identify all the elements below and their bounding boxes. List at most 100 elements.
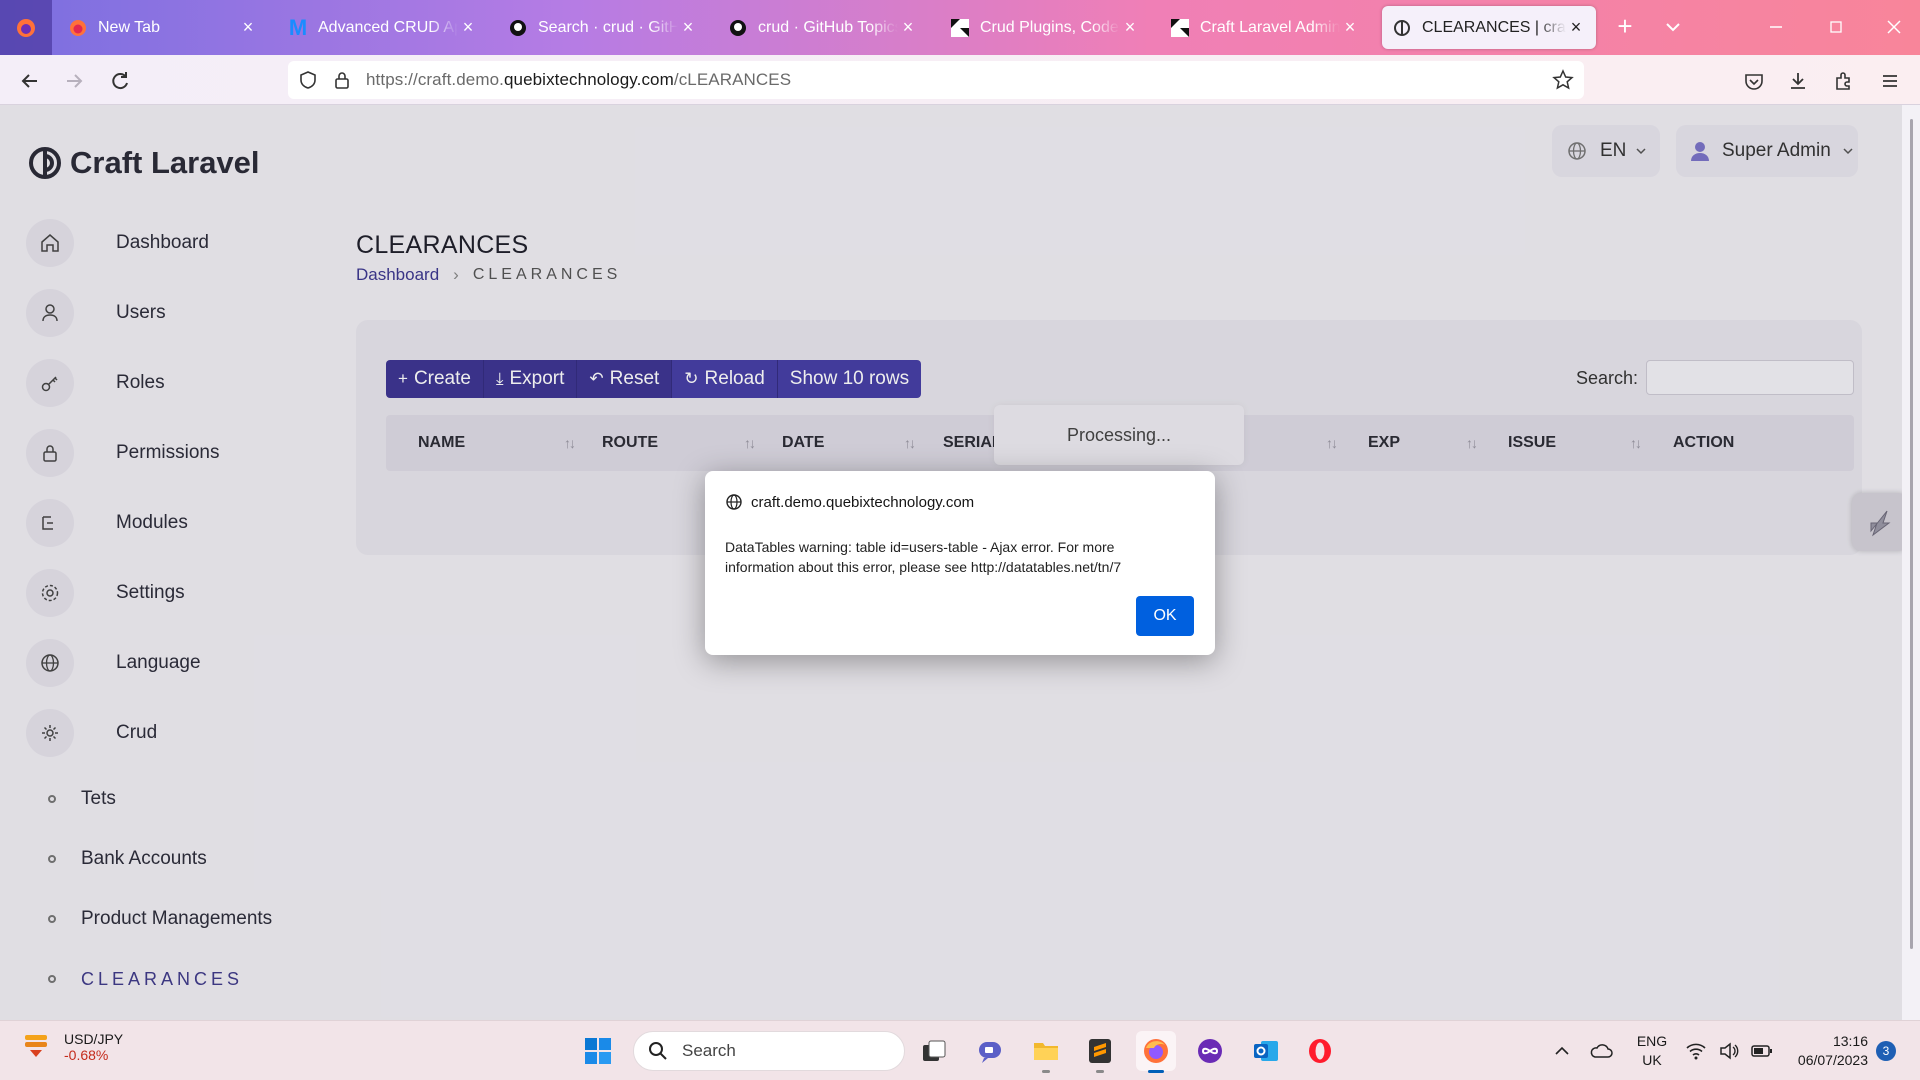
back-button[interactable]	[14, 65, 46, 97]
sublime-icon	[1089, 1039, 1111, 1063]
forward-button[interactable]	[58, 65, 90, 97]
globe-icon	[726, 494, 742, 510]
url-bar[interactable]: https://craft.demo.quebixtechnology.com/…	[288, 61, 1584, 99]
lang-region: UK	[1642, 1052, 1662, 1068]
restore-button[interactable]	[1816, 12, 1856, 42]
close-icon[interactable]: ×	[458, 17, 478, 38]
url-path: /cLEARANCES	[673, 70, 792, 89]
extensions-button[interactable]	[1828, 65, 1860, 97]
chevron-up-icon	[1555, 1046, 1569, 1055]
tab-label: crud · GitHub Topics · GitHub	[758, 18, 898, 36]
taskbar-search-label: Search	[682, 1041, 736, 1060]
tab-label: CLEARANCES | craftlaravel	[1422, 18, 1566, 36]
taskbar-search[interactable]: Search	[633, 1031, 905, 1071]
list-tabs-button[interactable]	[1658, 12, 1688, 42]
tab-new-tab[interactable]: New Tab ×	[58, 6, 268, 49]
wifi-icon	[1686, 1043, 1706, 1060]
reload-button[interactable]	[104, 65, 136, 97]
start-button[interactable]	[578, 1031, 618, 1071]
close-icon[interactable]: ×	[238, 17, 258, 38]
close-icon[interactable]: ×	[678, 17, 698, 38]
lang-code: ENG	[1636, 1033, 1668, 1049]
minimize-button[interactable]	[1756, 12, 1796, 42]
cloud-icon	[1590, 1044, 1613, 1058]
codecanyon-icon	[950, 18, 970, 38]
volume-icon	[1720, 1042, 1739, 1060]
opera-button[interactable]	[1300, 1031, 1340, 1071]
tab-label: New Tab	[98, 18, 160, 36]
ok-button[interactable]: OK	[1136, 596, 1194, 636]
github-icon	[728, 18, 748, 38]
onedrive-button[interactable]	[1588, 1039, 1614, 1063]
file-explorer-button[interactable]	[1026, 1031, 1066, 1073]
tab-github-search[interactable]: Search · crud · GitHub ×	[498, 6, 708, 49]
download-icon	[1791, 73, 1805, 89]
new-tab-button[interactable]: +	[1610, 12, 1640, 42]
dialog-host: craft.demo.quebixtechnology.com	[751, 493, 975, 511]
show-hidden-icons-button[interactable]	[1550, 1039, 1574, 1063]
star-icon[interactable]	[1552, 69, 1574, 91]
url-prefix: https://craft.demo.	[366, 70, 504, 89]
close-icon[interactable]: ×	[1566, 17, 1586, 38]
scrollbar-thumb[interactable]	[1910, 119, 1913, 949]
app-button-infinity[interactable]	[1190, 1031, 1230, 1071]
restore-icon	[1830, 21, 1842, 33]
arrow-right-icon	[67, 74, 83, 88]
tab-label: Search · crud · GitHub	[538, 18, 678, 36]
outlook-icon	[1254, 1041, 1278, 1061]
browser-tab-strip: New Tab × M Advanced CRUD Application × …	[0, 0, 1920, 55]
tab-craft-laravel-admin[interactable]: Craft Laravel Admin Panel ×	[1160, 6, 1370, 49]
puzzle-icon	[1836, 72, 1850, 90]
widgets-button[interactable]: USD/JPY -0.68%	[22, 1031, 123, 1063]
lock-icon[interactable]	[332, 70, 352, 90]
chevron-down-icon	[1666, 23, 1680, 32]
search-icon	[649, 1042, 667, 1060]
clock-date: 06/07/2023	[1797, 1052, 1868, 1068]
windows-icon	[585, 1038, 611, 1064]
firefox-view-button[interactable]	[0, 0, 52, 55]
firefox-taskbar-button[interactable]	[1136, 1031, 1176, 1073]
battery-icon	[1751, 1045, 1772, 1057]
alert-dialog: craft.demo.quebixtechnology.com DataTabl…	[705, 471, 1215, 655]
running-indicator	[1042, 1070, 1050, 1073]
chat-icon	[979, 1042, 1001, 1063]
url-text: https://craft.demo.quebixtechnology.com/…	[366, 70, 791, 90]
firefox-icon	[1144, 1039, 1168, 1063]
folder-icon	[1034, 1043, 1058, 1060]
close-icon[interactable]: ×	[1120, 17, 1140, 38]
page-scrollbar[interactable]	[1902, 105, 1920, 1020]
browser-nav-bar: https://craft.demo.quebixtechnology.com/…	[0, 55, 1920, 105]
downloads-button[interactable]	[1782, 65, 1814, 97]
sublime-text-button[interactable]	[1080, 1031, 1120, 1073]
tab-crud-plugins[interactable]: Crud Plugins, Code & Scripts ×	[940, 6, 1150, 49]
window-close-button[interactable]	[1874, 12, 1914, 42]
firefox-icon	[17, 18, 35, 37]
close-icon[interactable]: ×	[1340, 17, 1360, 38]
plus-icon: +	[1617, 11, 1633, 41]
close-icon	[1887, 20, 1901, 34]
pocket-button[interactable]	[1738, 65, 1770, 97]
firefox-icon	[68, 18, 88, 38]
opera-icon	[1309, 1039, 1331, 1063]
infinity-app-icon	[1198, 1039, 1222, 1063]
github-icon	[508, 18, 528, 38]
quick-settings-button[interactable]	[1684, 1037, 1780, 1065]
reload-icon	[112, 72, 128, 90]
codecanyon-icon	[1170, 18, 1190, 38]
hamburger-icon	[1883, 75, 1897, 87]
tab-advanced-crud[interactable]: M Advanced CRUD Application ×	[278, 6, 488, 49]
teams-chat-button[interactable]	[970, 1031, 1010, 1071]
task-view-button[interactable]	[914, 1031, 954, 1071]
clock[interactable]: 13:16 06/07/2023	[1784, 1032, 1868, 1070]
clock-time: 13:16	[1832, 1033, 1868, 1049]
tab-github-topics[interactable]: crud · GitHub Topics · GitHub ×	[718, 6, 928, 49]
close-icon[interactable]: ×	[898, 17, 918, 38]
app-menu-button[interactable]	[1874, 65, 1906, 97]
input-language-button[interactable]: ENG UK	[1632, 1032, 1672, 1070]
widget-title: USD/JPY	[64, 1031, 124, 1047]
notification-badge[interactable]: 3	[1876, 1041, 1896, 1061]
tab-label: Advanced CRUD Application	[318, 18, 458, 36]
tab-clearances[interactable]: CLEARANCES | craftlaravel ×	[1382, 6, 1596, 49]
outlook-button[interactable]	[1246, 1031, 1286, 1071]
shield-icon[interactable]	[298, 70, 318, 90]
